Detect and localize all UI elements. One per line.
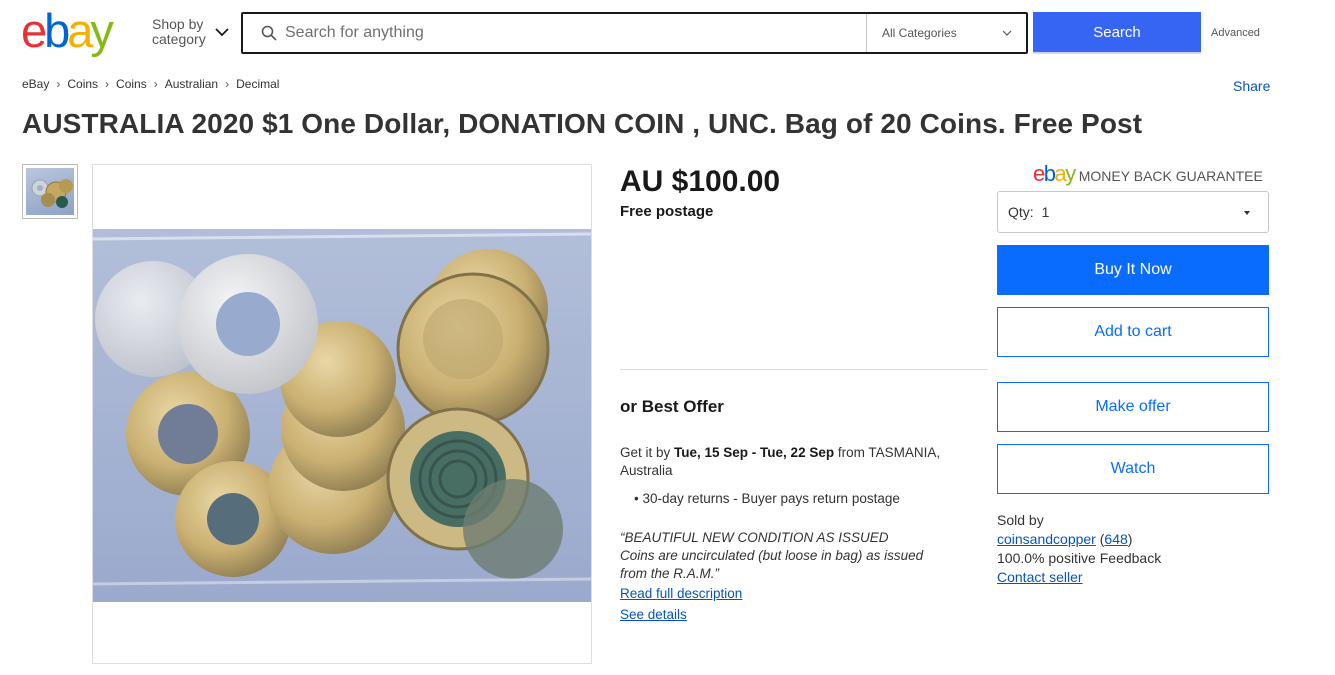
add-to-cart-button[interactable]: Add to cart [997,307,1269,357]
logo-letter-y: y [1065,161,1076,186]
caret-down-icon [1244,211,1250,215]
feedback-count-link[interactable]: 648 [1104,531,1127,547]
logo-letter-e: e [21,4,47,57]
quantity-select[interactable]: Qty: 1 [997,191,1269,233]
description-excerpt: “BEAUTIFUL NEW CONDITION AS ISSUED Coins… [620,529,950,583]
see-details-link[interactable]: See details [620,607,687,622]
sold-by-label: Sold by [997,512,1044,528]
buy-it-now-button[interactable]: Buy It Now [997,245,1269,295]
breadcrumb-decimal[interactable]: Decimal [236,77,279,91]
chevron-down-icon [215,28,229,37]
logo-letter-b: b [44,4,70,57]
search-icon [261,25,277,41]
search-button[interactable]: Search [1033,12,1201,54]
chevron-right-icon: › [153,77,158,91]
item-price: AU $100.00 [620,165,781,198]
seller-name-link[interactable]: coinsandcopper [997,531,1096,547]
shop-by-label: Shop by [152,16,204,32]
postage-info: Free postage [620,203,714,220]
logo-letter-b: b [1043,161,1056,186]
logo-letter-a: a [1054,161,1067,186]
returns-policy: • 30-day returns - Buyer pays return pos… [634,491,900,506]
logo-letter-y: y [90,4,113,57]
chevron-right-icon: › [56,77,61,91]
ebay-logo[interactable]: e b a y [21,4,114,57]
logo-letter-e: e [1033,161,1045,186]
advanced-search-link[interactable]: Advanced [1211,27,1260,39]
divider [620,369,988,370]
read-full-description-link[interactable]: Read full description [620,586,742,601]
breadcrumb-ebay[interactable]: eBay [22,77,49,91]
quote-line: from the R.A.M.” [620,566,720,581]
chevron-right-icon: › [105,77,110,91]
ebay-logo-small: ebay [1033,161,1076,186]
seller-info: Sold by coinsandcopper (648) 100.0% posi… [997,511,1161,587]
delivery-estimate: Get it by Tue, 15 Sep - Tue, 22 Sep from… [620,444,965,480]
quote-line: “BEAUTIFUL NEW CONDITION AS ISSUED [620,530,889,545]
qty-label: Qty: [1008,204,1034,220]
breadcrumb: eBay › Coins › Coins › Australian › Deci… [22,77,279,91]
best-offer-label: or Best Offer [620,397,724,416]
search-bar: All Categories [241,12,1028,54]
image-thumbnail[interactable] [22,164,78,219]
guarantee-text: MONEY BACK GUARANTEE [1078,168,1263,184]
chevron-right-icon: › [225,77,230,91]
logo-letter-a: a [67,4,93,57]
coin-bag-photo [93,229,591,602]
feedback-paren-close: ) [1127,531,1133,547]
thumbnail-image [26,168,74,215]
positive-feedback: 100.0% positive Feedback [997,550,1162,566]
quote-line: Coins are uncirculated (but loose in bag… [620,548,924,563]
qty-value: 1 [1041,204,1050,220]
search-input[interactable] [285,15,855,51]
chevron-down-icon [1002,30,1012,36]
contact-seller-link[interactable]: Contact seller [997,569,1083,585]
shop-by-category-button[interactable]: Shop by category [152,17,230,47]
category-select[interactable]: All Categories [866,14,1026,52]
money-back-guarantee[interactable]: ebay MONEY BACK GUARANTEE [1033,163,1263,185]
breadcrumb-coins-sub[interactable]: Coins [116,77,147,91]
breadcrumb-coins[interactable]: Coins [67,77,98,91]
category-select-value: All Categories [882,26,957,40]
delivery-dates: Tue, 15 Sep - Tue, 22 Sep [674,445,835,460]
watch-button[interactable]: Watch [997,444,1269,494]
delivery-prefix: Get it by [620,445,675,460]
main-product-image[interactable] [92,164,592,664]
share-link[interactable]: Share [1233,78,1270,94]
make-offer-button[interactable]: Make offer [997,382,1269,432]
listing-title: AUSTRALIA 2020 $1 One Dollar, DONATION C… [22,108,1143,139]
breadcrumb-australian[interactable]: Australian [165,77,218,91]
category-label: category [152,31,206,47]
